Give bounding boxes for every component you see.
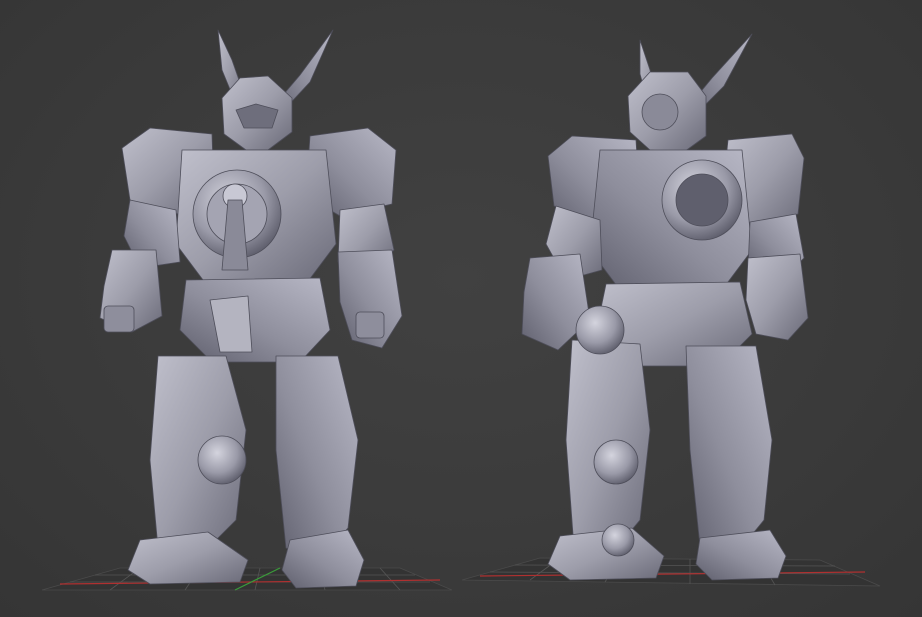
leg-right: [685, 345, 773, 555]
viewport-scene: [41, 29, 881, 591]
robot-back-three-quarter-view[interactable]: [521, 33, 809, 581]
robot-front-view[interactable]: [99, 29, 403, 589]
3d-viewport[interactable]: [0, 0, 922, 617]
foot-left: [127, 531, 249, 585]
waist: [179, 277, 331, 363]
floor-grid-left: [41, 567, 453, 591]
floor-grid-right: [461, 557, 881, 587]
leg-right: [275, 355, 359, 561]
hand-left: [103, 305, 135, 333]
hand-right: [355, 311, 385, 339]
foot-right: [695, 529, 787, 581]
forearm-right: [745, 253, 809, 341]
